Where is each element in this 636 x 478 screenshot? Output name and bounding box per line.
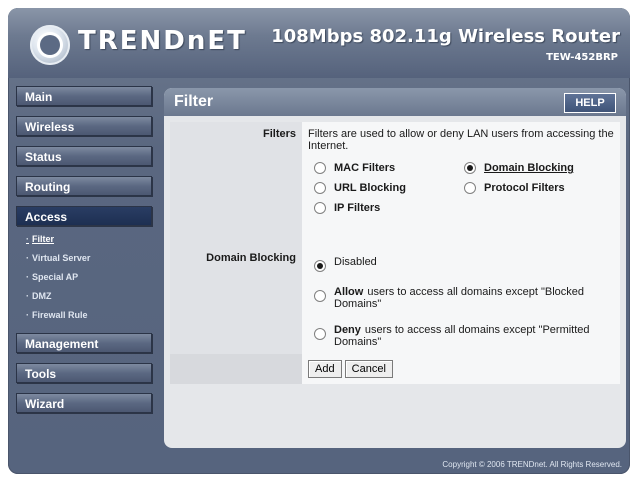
option-deny[interactable]: Deny users to access all domains except "… <box>314 324 614 348</box>
deny-keyword: Deny <box>334 324 361 336</box>
radio-protocol-filters[interactable] <box>464 182 476 194</box>
deny-text: Deny users to access all domains except "… <box>334 324 614 348</box>
help-button[interactable]: HELP <box>564 93 616 113</box>
filters-description: Filters are used to allow or deny LAN us… <box>308 128 614 152</box>
nav-wireless[interactable]: Wireless <box>16 116 152 136</box>
bullet-icon: · <box>26 272 29 282</box>
filter-table: Filters Filters are used to allow or den… <box>170 122 620 384</box>
radio-domain-blocking[interactable] <box>464 162 476 174</box>
subnav-firewall-rule[interactable]: · Firewall Rule <box>16 306 154 325</box>
page-title: Filter <box>174 93 214 110</box>
subnav-dmz[interactable]: · DMZ <box>16 287 154 306</box>
copyright-text: Copyright © 2006 TRENDnet. All Rights Re… <box>442 460 622 469</box>
bullet-icon: · <box>26 253 29 263</box>
subnav-label: Firewall Rule <box>32 310 88 320</box>
bullet-icon: · <box>26 310 29 320</box>
subnav-label: DMZ <box>32 291 52 301</box>
option-disabled[interactable]: Disabled <box>314 256 614 272</box>
option-protocol-filters[interactable]: Protocol Filters <box>464 182 614 194</box>
radio-url-blocking[interactable] <box>314 182 326 194</box>
filters-cell: Filters are used to allow or deny LAN us… <box>302 122 620 242</box>
subnav-filter[interactable]: · Filter <box>16 230 154 249</box>
nav-routing[interactable]: Routing <box>16 176 152 196</box>
brand-logo: TRENDnET <box>78 26 247 56</box>
radio-mac-filters[interactable] <box>314 162 326 174</box>
nav-main[interactable]: Main <box>16 86 152 106</box>
option-label: IP Filters <box>334 202 381 214</box>
bullet-icon: · <box>26 234 29 244</box>
footer: Copyright © 2006 TRENDnet. All Rights Re… <box>8 456 630 474</box>
allow-text: Allow users to access all domains except … <box>334 286 614 310</box>
deny-description: users to access all domains except "Perm… <box>334 324 590 348</box>
panel-header: Filter HELP <box>164 88 626 116</box>
radio-ip-filters[interactable] <box>314 202 326 214</box>
radio-disabled[interactable] <box>314 260 326 272</box>
access-subnav: · Filter · Virtual Server · Special AP · DMZ… <box>16 230 154 325</box>
nav-tools[interactable]: Tools <box>16 363 152 383</box>
subnav-special-ap[interactable]: · Special AP <box>16 268 154 287</box>
domain-blocking-cell: Disabled Allow users to access all domain… <box>302 242 620 354</box>
actions-cell: Add Cancel <box>302 354 620 384</box>
option-label: URL Blocking <box>334 182 406 194</box>
cancel-button[interactable]: Cancel <box>344 360 393 378</box>
nav-access[interactable]: Access <box>16 206 152 226</box>
header: TRENDnET 108Mbps 802.11g Wireless Router… <box>8 8 630 78</box>
subnav-label: Special AP <box>32 272 79 282</box>
add-button[interactable]: Add <box>308 360 342 378</box>
subnav-virtual-server[interactable]: · Virtual Server <box>16 249 154 268</box>
option-ip-filters[interactable]: IP Filters <box>314 202 464 214</box>
actions-label-cell <box>170 354 302 384</box>
option-domain-blocking[interactable]: Domain Blocking <box>464 162 614 174</box>
option-label: Protocol Filters <box>484 182 565 194</box>
filter-options: MAC Filters Domain Blocking URL Blocking <box>314 162 614 214</box>
option-label: Disabled <box>334 256 377 268</box>
radio-deny[interactable] <box>314 328 326 340</box>
trendnet-logo-icon <box>30 25 70 65</box>
option-url-blocking[interactable]: URL Blocking <box>314 182 464 194</box>
bullet-icon: · <box>26 291 29 301</box>
nav-management[interactable]: Management <box>16 333 152 353</box>
nav-wizard[interactable]: Wizard <box>16 393 152 413</box>
subnav-label: Filter <box>32 234 55 244</box>
model-number: TEW-452BRP <box>546 52 618 63</box>
filters-label: Filters <box>170 122 302 242</box>
subnav-label: Virtual Server <box>32 253 91 263</box>
nav-status[interactable]: Status <box>16 146 152 166</box>
option-mac-filters[interactable]: MAC Filters <box>314 162 464 174</box>
allow-description: users to access all domains except "Bloc… <box>334 286 585 310</box>
radio-allow[interactable] <box>314 290 326 302</box>
filter-panel: Filter HELP Filters Filters are used to … <box>164 88 626 448</box>
option-label: Domain Blocking <box>484 162 574 174</box>
sidebar-nav: Main Wireless Status Routing Access · Fil… <box>16 86 154 423</box>
option-allow[interactable]: Allow users to access all domains except … <box>314 286 614 310</box>
domain-blocking-label: Domain Blocking <box>170 242 302 354</box>
product-title: 108Mbps 802.11g Wireless Router <box>271 26 620 47</box>
app-frame: TRENDnET 108Mbps 802.11g Wireless Router… <box>8 8 630 474</box>
option-label: MAC Filters <box>334 162 396 174</box>
allow-keyword: Allow <box>334 286 364 298</box>
